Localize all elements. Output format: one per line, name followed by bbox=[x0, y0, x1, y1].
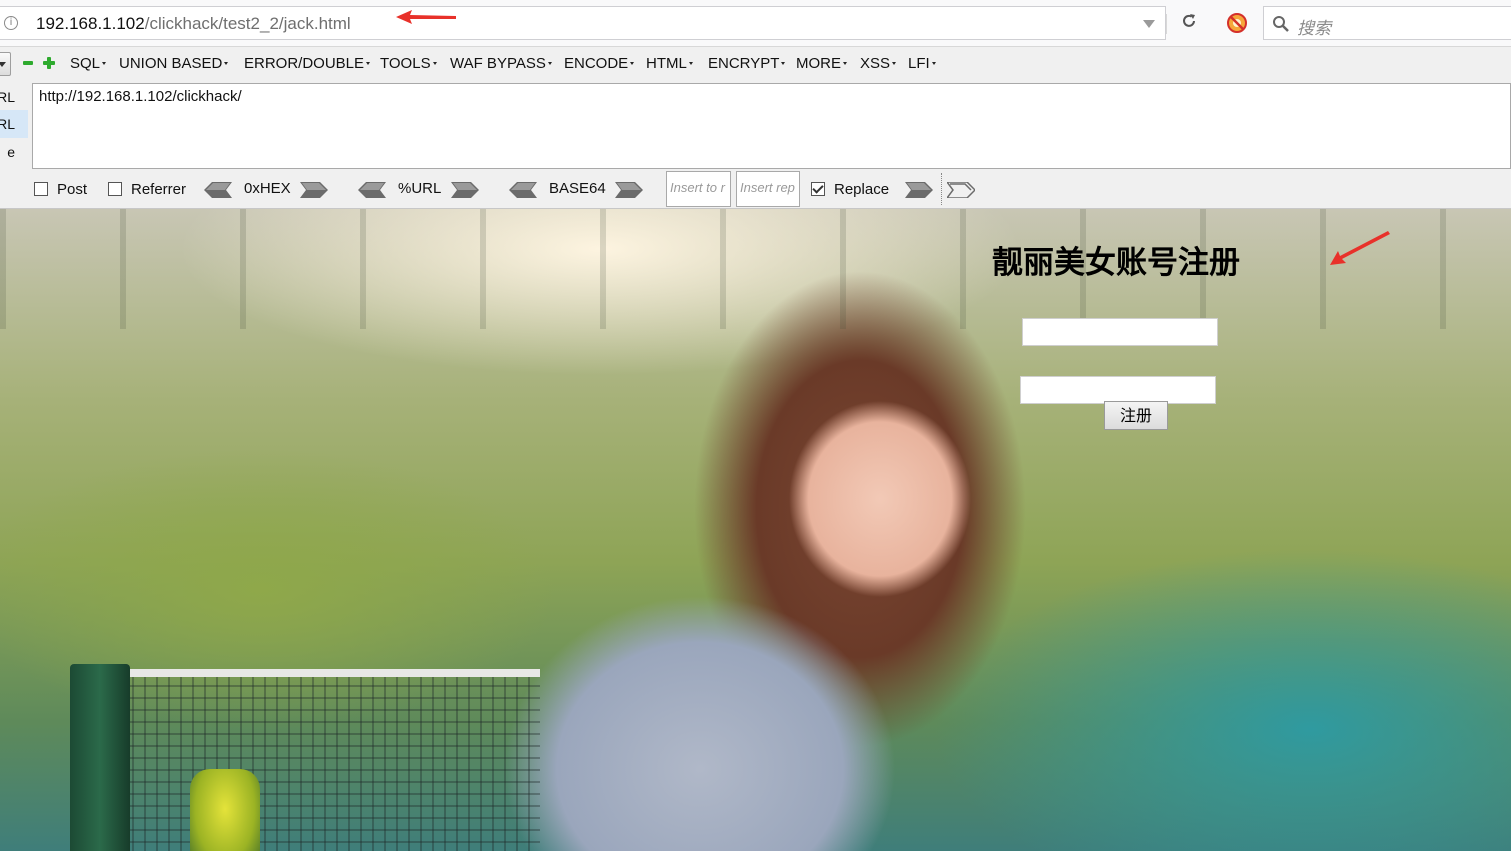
blocked-addon-icon[interactable] bbox=[1226, 12, 1248, 34]
plus-icon[interactable] bbox=[43, 57, 55, 69]
side-tab-split-url[interactable]: RL bbox=[0, 110, 28, 138]
menu-more-label: MORE bbox=[796, 55, 841, 72]
menu-error-double-label: ERROR/DOUBLE bbox=[244, 55, 365, 72]
browser-toolbar: i 192.168.1.102/clickhack/test2_2/jack.h… bbox=[0, 0, 1511, 47]
caret-down-icon bbox=[547, 62, 552, 65]
hex-encode-arrow-icon[interactable] bbox=[300, 182, 328, 198]
url-path: /clickhack/test2_2/jack.html bbox=[144, 14, 351, 33]
insert-to-placeholder: Insert to r bbox=[670, 180, 725, 195]
insert-to-input[interactable]: Insert to r bbox=[666, 171, 731, 207]
side-tab-label: RL bbox=[0, 89, 15, 105]
annotation-arrow-icon bbox=[1330, 231, 1390, 265]
menu-sql[interactable]: SQL bbox=[70, 55, 107, 72]
menu-union-based-label: UNION BASED bbox=[119, 55, 223, 72]
url-decode-arrow-icon[interactable] bbox=[358, 182, 386, 198]
search-bar[interactable]: 搜索 bbox=[1263, 6, 1511, 40]
menu-xss-label: XSS bbox=[860, 55, 891, 72]
caret-down-icon bbox=[892, 62, 897, 65]
hex-decode-arrow-icon[interactable] bbox=[204, 182, 232, 198]
password-input[interactable] bbox=[1020, 376, 1216, 404]
hackbar-side-tabs: RL RL e bbox=[0, 83, 28, 173]
hackbar-options: Post Referrer 0xHEX %URL BASE64 Insert t… bbox=[0, 171, 1511, 210]
side-tab-execute[interactable]: e bbox=[0, 138, 28, 166]
replace-checkbox[interactable] bbox=[811, 182, 825, 196]
replace-label: Replace bbox=[834, 181, 890, 198]
reload-icon[interactable] bbox=[1180, 12, 1198, 30]
menu-waf-bypass-label: WAF BYPASS bbox=[450, 55, 546, 72]
referrer-label: Referrer bbox=[131, 181, 187, 198]
options-divider bbox=[941, 173, 942, 205]
menu-tools-label: TOOLS bbox=[380, 55, 431, 72]
menu-error-double[interactable]: ERROR/DOUBLE bbox=[244, 55, 371, 72]
base64-encode-arrow-icon[interactable] bbox=[615, 182, 643, 198]
side-tab-label: RL bbox=[0, 116, 15, 132]
hex-label: 0xHEX bbox=[244, 180, 291, 197]
minus-icon[interactable] bbox=[23, 61, 33, 65]
caret-down-icon bbox=[366, 62, 371, 65]
search-icon bbox=[1273, 16, 1289, 32]
caret-down-icon bbox=[688, 62, 693, 65]
menu-lfi[interactable]: LFI bbox=[908, 55, 936, 72]
background-fence bbox=[0, 209, 1511, 329]
background-net-post bbox=[70, 664, 130, 851]
caret-down-icon bbox=[630, 62, 635, 65]
register-button[interactable]: 注册 bbox=[1104, 401, 1168, 430]
urlenc-label: %URL bbox=[398, 180, 442, 197]
hackbar-url-textarea[interactable]: http://192.168.1.102/clickhack/ bbox=[32, 83, 1511, 169]
hackbar-menu: SQL UNION BASED ERROR/DOUBLE TOOLS WAF B… bbox=[0, 47, 1511, 83]
info-icon[interactable]: i bbox=[4, 16, 18, 30]
menu-encode-label: ENCODE bbox=[564, 55, 629, 72]
address-text[interactable]: 192.168.1.102/clickhack/test2_2/jack.htm… bbox=[36, 14, 351, 34]
page-viewport: 靓丽美女账号注册 注册 bbox=[0, 209, 1511, 851]
referrer-checkbox[interactable] bbox=[108, 182, 122, 196]
menu-encrypt[interactable]: ENCRYPT bbox=[708, 55, 786, 72]
caret-down-icon bbox=[931, 62, 936, 65]
caret-down-icon bbox=[224, 62, 229, 65]
annotation-arrow-icon bbox=[396, 10, 456, 24]
caret-down-icon bbox=[432, 62, 437, 65]
post-label: Post bbox=[57, 181, 88, 198]
caret-down-icon bbox=[843, 62, 847, 65]
menu-html[interactable]: HTML bbox=[646, 55, 693, 72]
menu-union-based[interactable]: UNION BASED bbox=[119, 55, 229, 72]
insert-replace-input[interactable]: Insert rep bbox=[736, 171, 800, 207]
menu-waf-bypass[interactable]: WAF BYPASS bbox=[450, 55, 552, 72]
username-input[interactable] bbox=[1022, 318, 1218, 346]
background-ball-can bbox=[190, 769, 260, 851]
insert-replace-placeholder: Insert rep bbox=[740, 180, 795, 195]
side-tab-load-url[interactable]: RL bbox=[0, 83, 28, 111]
caret-down-icon bbox=[781, 62, 786, 65]
menu-encode[interactable]: ENCODE bbox=[564, 55, 635, 72]
menu-lfi-label: LFI bbox=[908, 55, 930, 72]
url-encode-arrow-icon[interactable] bbox=[451, 182, 479, 198]
base64-decode-arrow-icon[interactable] bbox=[509, 182, 537, 198]
menu-xss[interactable]: XSS bbox=[860, 55, 897, 72]
base64-label: BASE64 bbox=[549, 180, 606, 197]
menu-tools[interactable]: TOOLS bbox=[380, 55, 437, 72]
replace-all-arrow-icon[interactable] bbox=[947, 182, 975, 198]
menu-sql-label: SQL bbox=[70, 55, 101, 72]
caret-down-icon bbox=[102, 62, 107, 65]
toolbar-divider bbox=[1166, 14, 1167, 34]
url-host: 192.168.1.102 bbox=[36, 14, 145, 33]
page-title: 靓丽美女账号注册 bbox=[992, 245, 1240, 281]
post-checkbox[interactable] bbox=[34, 182, 48, 196]
replace-arrow-icon[interactable] bbox=[905, 182, 933, 198]
url-history-dropdown-icon[interactable] bbox=[1143, 20, 1155, 28]
menu-encrypt-label: ENCRYPT bbox=[708, 55, 780, 72]
hackbar-url-value: http://192.168.1.102/clickhack/ bbox=[39, 88, 242, 105]
menu-html-label: HTML bbox=[646, 55, 687, 72]
hackbar-dropdown-button[interactable] bbox=[0, 52, 11, 76]
search-placeholder: 搜索 bbox=[1297, 19, 1331, 38]
menu-more[interactable]: MORE bbox=[796, 55, 847, 72]
side-tab-label: e bbox=[7, 144, 15, 160]
address-bar[interactable]: i 192.168.1.102/clickhack/test2_2/jack.h… bbox=[0, 6, 1166, 40]
background-tennis-net bbox=[120, 669, 540, 851]
